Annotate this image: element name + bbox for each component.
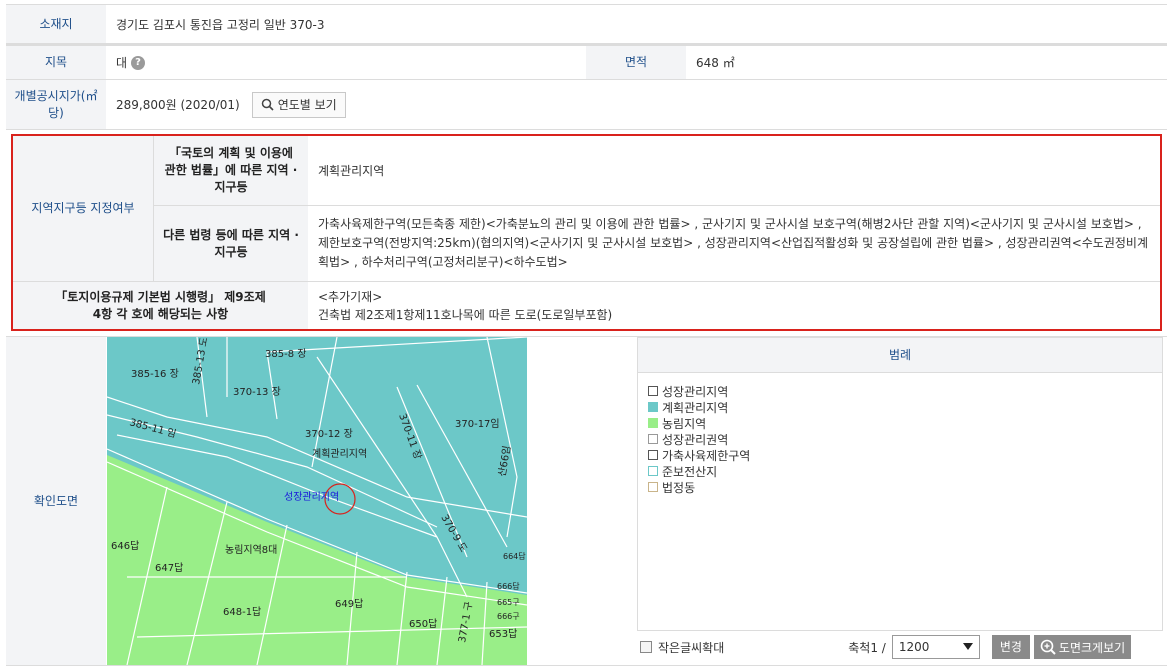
legend-item: 가축사육제한구역 <box>648 447 1162 463</box>
price-row: 개별공시지가(㎡당) 289,800원 (2020/01) 연도별 보기 <box>6 80 1167 130</box>
search-icon <box>261 98 274 111</box>
svg-text:665구: 665구 <box>497 598 520 607</box>
map-label: 확인도면 <box>6 337 106 665</box>
svg-text:370-17임: 370-17임 <box>455 417 500 430</box>
scale-select[interactable]: 1200 <box>891 635 980 659</box>
svg-text:농림지역8대: 농림지역8대 <box>225 544 277 556</box>
legend-title: 범례 <box>638 338 1162 373</box>
legend-swatch <box>648 450 658 460</box>
help-icon[interactable]: ? <box>131 55 146 70</box>
enlarge-map-button[interactable]: 도면크게보기 <box>1033 635 1132 659</box>
area-value: 648 ㎡ <box>696 56 735 70</box>
svg-text:647답: 647답 <box>155 562 183 574</box>
legend-swatch <box>648 482 658 492</box>
legend-item: 법정동 <box>648 479 1162 495</box>
svg-text:666답: 666답 <box>497 581 520 591</box>
jimok-value: 대 <box>116 56 128 70</box>
svg-text:385-16 장: 385-16 장 <box>131 368 179 380</box>
small-text-checkbox[interactable] <box>640 641 652 653</box>
price-cell: 289,800원 (2020/01) 연도별 보기 <box>106 80 1167 129</box>
location-row: 소재지 경기도 김포시 통진읍 고정리 일반 370-3 <box>6 4 1167 44</box>
highlight-box <box>11 134 1162 331</box>
jimok-label: 지목 <box>6 46 106 79</box>
small-text-label: 작은글씨확대 <box>658 640 725 655</box>
svg-text:385-8 장: 385-8 장 <box>265 348 306 360</box>
legend-item: 계획관리지역 <box>648 399 1162 415</box>
yearly-view-label: 연도별 보기 <box>277 98 337 112</box>
area-label: 면적 <box>586 46 686 79</box>
price-value: 289,800원 (2020/01) <box>116 98 240 112</box>
zoom-in-icon <box>1040 639 1056 655</box>
legend-swatch <box>648 466 658 476</box>
svg-text:370-12 장: 370-12 장 <box>305 428 353 440</box>
legend-swatch <box>648 418 658 428</box>
scale-value: 1200 <box>898 640 930 654</box>
legend-panel: 범례 성장관리지역 계획관리지역 농림지역 성장관리권역 가축사육제한구역 준보… <box>637 337 1163 631</box>
legend-item: 준보전산지 <box>648 463 1162 479</box>
svg-text:성장관리지역: 성장관리지역 <box>284 491 339 503</box>
svg-text:653답: 653답 <box>489 628 517 640</box>
legend-item: 농림지역 <box>648 415 1162 431</box>
svg-text:계획관리지역: 계획관리지역 <box>312 448 367 460</box>
location-value: 경기도 김포시 통진읍 고정리 일반 370-3 <box>116 17 325 32</box>
svg-text:666구: 666구 <box>497 612 520 621</box>
svg-text:370-13 장: 370-13 장 <box>233 386 281 398</box>
legend-list: 성장관리지역 계획관리지역 농림지역 성장관리권역 가축사육제한구역 준보전산지… <box>638 373 1162 495</box>
legend-item: 성장관리지역 <box>648 383 1162 399</box>
price-label: 개별공시지가(㎡당) <box>6 80 106 129</box>
jimok-cell: 대 ? <box>106 46 586 79</box>
legend-swatch <box>648 386 658 396</box>
svg-text:649답: 649답 <box>335 598 363 610</box>
map-controls: 작은글씨확대 축척1 / 1200 변경 도면크게보기 <box>640 634 1163 660</box>
legend-swatch <box>648 434 658 444</box>
svg-text:650답: 650답 <box>409 618 437 630</box>
jimok-row: 지목 대 ? 면적 648 ㎡ <box>6 44 1167 80</box>
chevron-down-icon <box>962 643 973 650</box>
yearly-view-button[interactable]: 연도별 보기 <box>251 91 346 118</box>
legend-item: 성장관리권역 <box>648 431 1162 447</box>
svg-text:646답: 646답 <box>111 540 139 552</box>
land-map[interactable]: 385-8 장 385-16 장 370-13 장 385-11 임 370-1… <box>107 337 527 665</box>
legend-swatch <box>648 402 658 412</box>
svg-text:648-1답: 648-1답 <box>223 606 261 618</box>
location-label: 소재지 <box>6 5 106 43</box>
scale-label: 축척1 / <box>848 640 886 655</box>
change-button[interactable]: 변경 <box>991 635 1030 659</box>
svg-text:664답: 664답 <box>503 551 526 561</box>
enlarge-map-label: 도면크게보기 <box>1058 640 1126 655</box>
